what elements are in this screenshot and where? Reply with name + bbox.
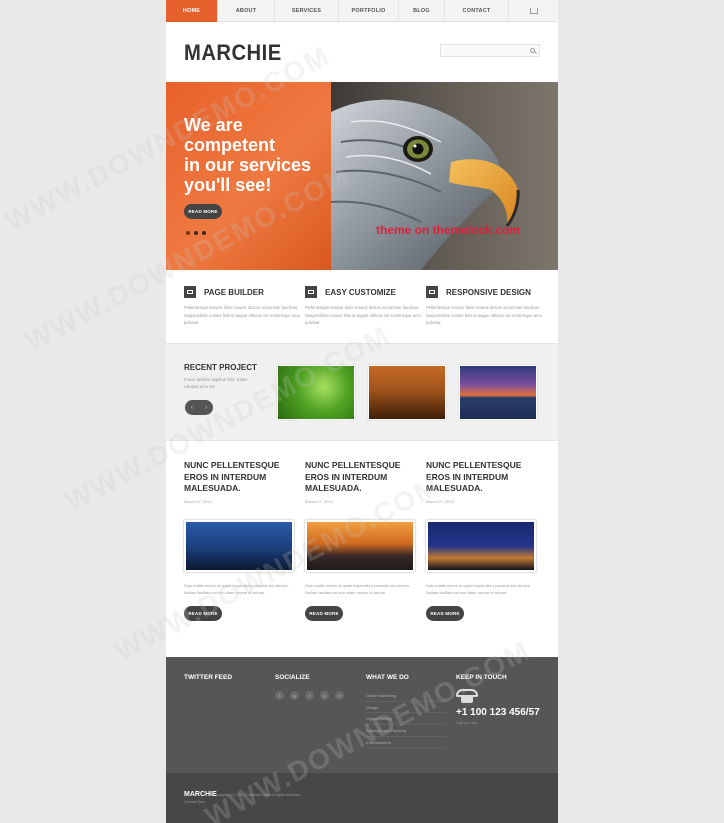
feature-title: EASY CUSTOMIZE: [325, 287, 396, 297]
post-title[interactable]: NUNC PELLENTESQUE EROS IN INTERDUM MALES…: [184, 460, 296, 495]
hero-eagle-image: [331, 82, 558, 270]
slider-dot[interactable]: [202, 231, 206, 235]
post-title[interactable]: NUNC PELLENTESQUE EROS IN INTERDUM MALES…: [305, 460, 417, 495]
rss-icon[interactable]: r: [305, 691, 314, 700]
footer-heading: WHAT WE DO: [366, 674, 409, 681]
footer-link[interactable]: Digital Printing: [366, 713, 446, 726]
post-date: March 07, 2014: [184, 498, 212, 504]
footer-link[interactable]: Design: [366, 702, 446, 714]
search-icon[interactable]: [530, 48, 535, 53]
copyright-text: Copyright © 2014 Company name All rights…: [216, 793, 301, 797]
nav-contact[interactable]: CONTACT: [445, 0, 509, 22]
chevron-right-icon[interactable]: ›: [205, 405, 207, 411]
footer-keepintouch: KEEP IN TOUCH +1 100 123 456/57 Call us …: [456, 674, 540, 725]
hero-slider: We are competent in our services you'll …: [166, 82, 558, 270]
footer-link[interactable]: Strategic and Planning: [366, 725, 446, 737]
layout-icon: [184, 286, 196, 298]
nav-blog[interactable]: BLOG: [399, 0, 445, 22]
hero-read-more-button[interactable]: READ MORE: [184, 204, 222, 219]
hero-title-line: We are: [184, 115, 243, 135]
read-more-button[interactable]: READ MORE: [184, 605, 222, 621]
footer-twitter: TWITTER FEED: [184, 674, 232, 681]
slider-dot[interactable]: [186, 231, 190, 235]
hero-title-line: you'll see!: [184, 175, 272, 195]
footer: TWITTER FEED SOCIALIZE t g r p d WHAT WE…: [166, 657, 558, 773]
recent-project-text: Fusce facilisis dapibus felis. Etiam vol…: [184, 377, 248, 389]
nav-home[interactable]: HOME: [166, 0, 218, 22]
house-icon[interactable]: [509, 0, 558, 21]
footer-whatwedo: WHAT WE DO Online Marketing Design Digit…: [366, 674, 446, 749]
nav-services[interactable]: SERVICES: [275, 0, 339, 22]
blog-post: NUNC PELLENTESQUE EROS IN INTERDUM MALES…: [184, 460, 296, 621]
recent-project-title: RECENT PROJECT: [184, 363, 257, 372]
phone-caption: Call us now: [456, 720, 477, 725]
phone-icon: [456, 689, 478, 703]
footer-links: Online Marketing Design Digital Printing…: [366, 690, 446, 749]
search-box[interactable]: [440, 44, 540, 63]
recent-projects: RECENT PROJECT Fusce facilisis dapibus f…: [166, 343, 558, 441]
arrows-icon: [426, 286, 438, 298]
feature-text: Pellentesque tempor dolor mauris dictum …: [184, 305, 300, 325]
site-logo[interactable]: MARCHIE: [184, 40, 282, 66]
nav-about[interactable]: ABOUT: [218, 0, 275, 22]
chevron-left-icon[interactable]: ‹: [191, 405, 193, 411]
post-date: March 07, 2014: [305, 498, 333, 504]
slider-dots: [186, 231, 206, 235]
hero-panel: We are competent in our services you'll …: [166, 82, 331, 270]
hero-title-line: competent: [184, 135, 276, 155]
post-date: March 07, 2014: [426, 498, 454, 504]
features-row: PAGE BUILDER Pellentesque tempor dolor m…: [166, 270, 558, 342]
hero-title-line: in our services: [184, 155, 312, 175]
post-image[interactable]: [426, 519, 536, 572]
project-thumbnail[interactable]: [277, 365, 355, 420]
feature-block: PAGE BUILDER Pellentesque tempor dolor m…: [184, 270, 305, 342]
hero-title: We are competent in our services you'll …: [184, 115, 324, 195]
footer-heading: TWITTER FEED: [184, 674, 233, 681]
post-title[interactable]: NUNC PELLENTESQUE EROS IN INTERDUM MALES…: [426, 460, 538, 495]
google-plus-icon[interactable]: g: [290, 691, 299, 700]
twitter-icon[interactable]: t: [275, 691, 284, 700]
feature-block: RESPONSIVE DESIGN Pellentesque tempor do…: [426, 270, 547, 342]
post-image[interactable]: [184, 519, 294, 572]
footer-heading: SOCIALIZE: [275, 674, 310, 681]
feature-block: EASY CUSTOMIZE Pellentesque tempor dolor…: [305, 270, 426, 342]
post-image[interactable]: [305, 519, 415, 572]
footer-link[interactable]: Entertainment: [366, 737, 446, 749]
carousel-arrows: ‹ ›: [185, 400, 213, 415]
blog-post: NUNC PELLENTESQUE EROS IN INTERDUM MALES…: [305, 460, 417, 621]
read-more-button[interactable]: READ MORE: [426, 605, 464, 621]
read-more-button[interactable]: READ MORE: [305, 605, 343, 621]
project-thumbnail[interactable]: [459, 365, 537, 420]
feature-text: Pellentesque tempor dolor mauris dictum …: [305, 305, 421, 325]
pinterest-icon[interactable]: p: [320, 691, 329, 700]
project-thumbnail[interactable]: [368, 365, 446, 420]
feature-title: RESPONSIVE DESIGN: [446, 287, 531, 297]
top-nav: HOME ABOUT SERVICES PORTFOLIO BLOG CONTA…: [166, 0, 558, 22]
blog-post: NUNC PELLENTESQUE EROS IN INTERDUM MALES…: [426, 460, 538, 621]
eagle-illustration: [331, 99, 520, 270]
footer-bottom-bar: MARCHIE Copyright © 2014 Company name Al…: [166, 773, 558, 823]
footer-link[interactable]: Online Marketing: [366, 690, 446, 702]
phone-number[interactable]: +1 100 123 456/57: [456, 707, 540, 718]
feature-title: PAGE BUILDER: [204, 287, 264, 297]
post-excerpt: Duis mattis metus ut quam imperdiet a pl…: [305, 582, 410, 596]
social-icons: t g r p d: [275, 691, 344, 700]
slider-dot-active[interactable]: [194, 231, 198, 235]
search-input[interactable]: [441, 51, 525, 63]
nav-portfolio[interactable]: PORTFOLIO: [339, 0, 399, 22]
footer-socialize: SOCIALIZE t g r p d: [275, 674, 344, 700]
contact-link[interactable]: Contact Now: [184, 800, 205, 804]
monitor-icon: [305, 286, 317, 298]
page-container: HOME ABOUT SERVICES PORTFOLIO BLOG CONTA…: [166, 0, 558, 823]
dribbble-icon[interactable]: d: [335, 691, 344, 700]
post-excerpt: Duis mattis metus ut quam imperdiet a pl…: [184, 582, 289, 596]
footer-logo[interactable]: MARCHIE: [184, 791, 217, 798]
post-excerpt: Duis mattis metus ut quam imperdiet a pl…: [426, 582, 531, 596]
hero-caption: theme on themelock.com: [376, 223, 521, 237]
blog-posts: NUNC PELLENTESQUE EROS IN INTERDUM MALES…: [166, 460, 558, 630]
feature-text: Pellentesque tempor dolor mauris dictum …: [426, 305, 542, 325]
footer-heading: KEEP IN TOUCH: [456, 674, 507, 681]
